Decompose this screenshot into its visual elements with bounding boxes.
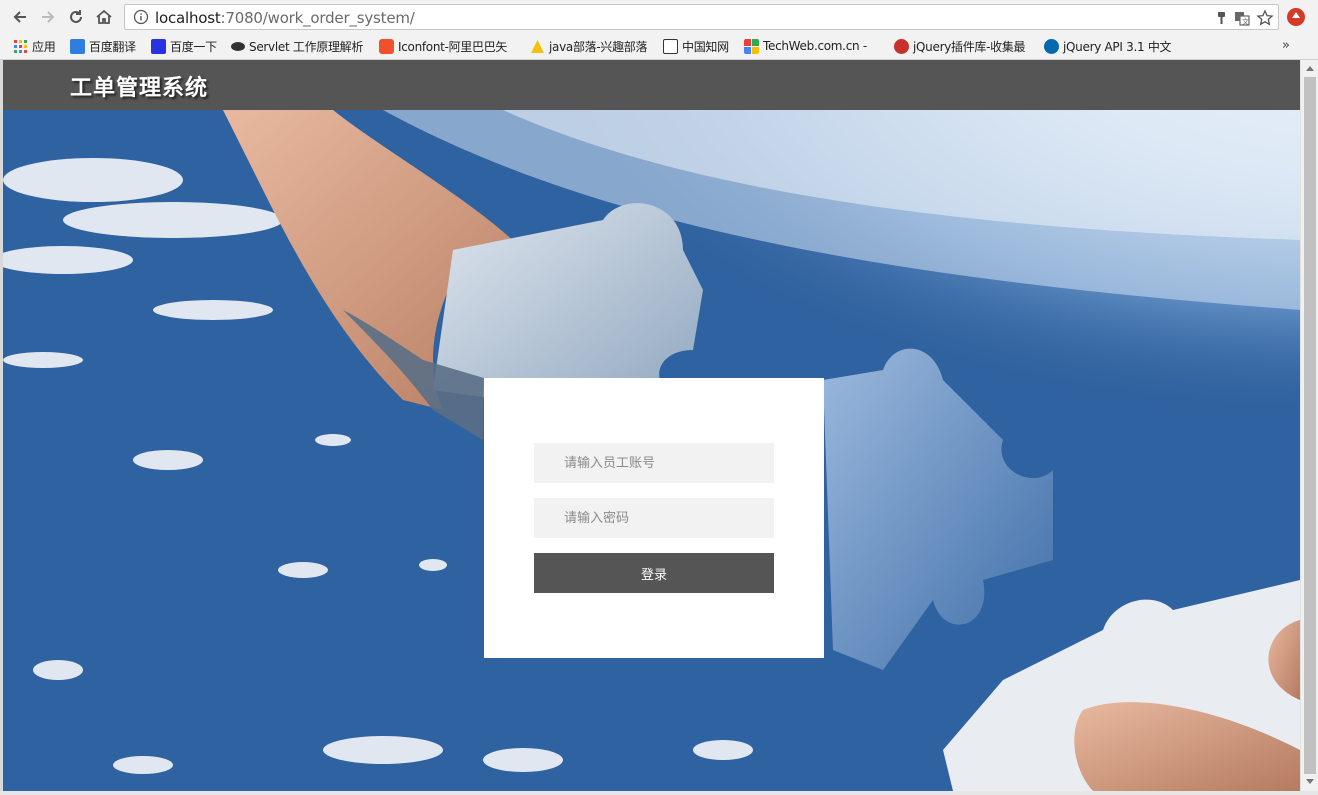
bookmark-iconfont[interactable]: Iconfont-阿里巴巴矢	[379, 37, 519, 55]
bookmark-cnki[interactable]: 中国知网	[663, 37, 729, 55]
jquery-api-icon	[1044, 38, 1059, 54]
bookmark-label: jQuery插件库-收集最	[913, 39, 1026, 54]
browser-toolbar: localhost:7080/work_order_system/ 文	[0, 0, 1318, 34]
java-tribe-icon	[531, 39, 544, 53]
address-url: localhost:7080/work_order_system/	[155, 9, 415, 27]
arrow-left-icon	[13, 11, 26, 23]
scroll-up-arrow-icon[interactable]	[1306, 66, 1314, 71]
forward-button[interactable]	[37, 6, 59, 28]
page-viewport: 工单管理系统 请输入员工账号 登录	[0, 60, 1300, 791]
bookmarks-bar: 应用 百度翻译 百度一下 Servlet 工作原理解析 Iconfont-阿里巴…	[0, 34, 1318, 58]
apps-grid-icon	[14, 39, 27, 53]
bookmark-techweb[interactable]: TechWeb.com.cn -	[744, 37, 882, 55]
bookmark-apps[interactable]: 应用	[13, 37, 55, 55]
bookmark-label: 中国知网	[682, 39, 729, 54]
reload-icon	[70, 10, 82, 23]
reload-button[interactable]	[65, 6, 87, 28]
url-path: :7080/work_order_system/	[220, 9, 415, 27]
techweb-icon	[744, 38, 759, 54]
arrow-right-icon	[42, 11, 55, 23]
bookmark-baidu-translate[interactable]: 百度翻译	[70, 37, 136, 55]
password-input[interactable]	[534, 498, 774, 538]
bookmark-jquery-api[interactable]: jQuery API 3.1 中文	[1044, 37, 1182, 55]
app-title: 工单管理系统	[70, 75, 209, 101]
more-bookmarks-button[interactable]: »	[1282, 38, 1290, 53]
baidu-paw-icon	[151, 38, 166, 54]
bookmark-label: Iconfont-阿里巴巴矢	[398, 39, 508, 54]
address-bar[interactable]: localhost:7080/work_order_system/ 文	[124, 4, 1279, 30]
bookmark-servlet[interactable]: Servlet 工作原理解析	[231, 37, 363, 55]
bookmark-label: 应用	[32, 39, 56, 54]
cnki-icon	[663, 38, 678, 54]
login-card: 登录	[484, 378, 824, 658]
browser-chrome: localhost:7080/work_order_system/ 文 应用 百…	[0, 0, 1318, 60]
window-bottom-edge	[0, 791, 1318, 795]
bookmark-java-tribe[interactable]: java部落-兴趣部落	[530, 37, 647, 55]
bookmark-label: TechWeb.com.cn -	[763, 39, 867, 53]
vertical-scrollbar[interactable]	[1300, 60, 1318, 791]
star-icon[interactable]	[1256, 9, 1274, 27]
iconfont-icon	[379, 38, 394, 54]
app-header: 工单管理系统	[3, 60, 1300, 110]
baidu-translate-icon	[70, 38, 85, 54]
info-icon[interactable]	[133, 9, 149, 25]
hero-background: 登录	[3, 110, 1300, 791]
bookmark-label: 百度一下	[170, 39, 217, 54]
url-host: localhost	[155, 9, 221, 27]
bookmark-label: 百度翻译	[89, 39, 136, 54]
bookmark-label: java部落-兴趣部落	[549, 39, 648, 54]
login-button[interactable]: 登录	[534, 553, 774, 593]
key-icon[interactable]	[1213, 9, 1231, 27]
translate-icon[interactable]: 文	[1233, 9, 1251, 27]
home-button[interactable]	[93, 6, 115, 28]
bookmark-label: Servlet 工作原理解析	[249, 39, 364, 54]
home-icon	[96, 9, 112, 24]
jquery-plugins-icon	[894, 38, 909, 54]
bookmark-label: jQuery API 3.1 中文	[1063, 39, 1172, 54]
scroll-down-arrow-icon[interactable]	[1306, 779, 1314, 784]
servlet-icon	[231, 41, 245, 51]
back-button[interactable]	[9, 6, 31, 28]
employee-account-input[interactable]	[534, 443, 774, 483]
bookmark-baidu[interactable]: 百度一下	[151, 37, 217, 55]
bookmark-jquery-plugins[interactable]: jQuery插件库-收集最	[894, 37, 1034, 55]
extension-icon[interactable]	[1287, 8, 1305, 26]
scrollbar-thumb[interactable]	[1304, 77, 1316, 774]
svg-text:文: 文	[1242, 17, 1249, 26]
